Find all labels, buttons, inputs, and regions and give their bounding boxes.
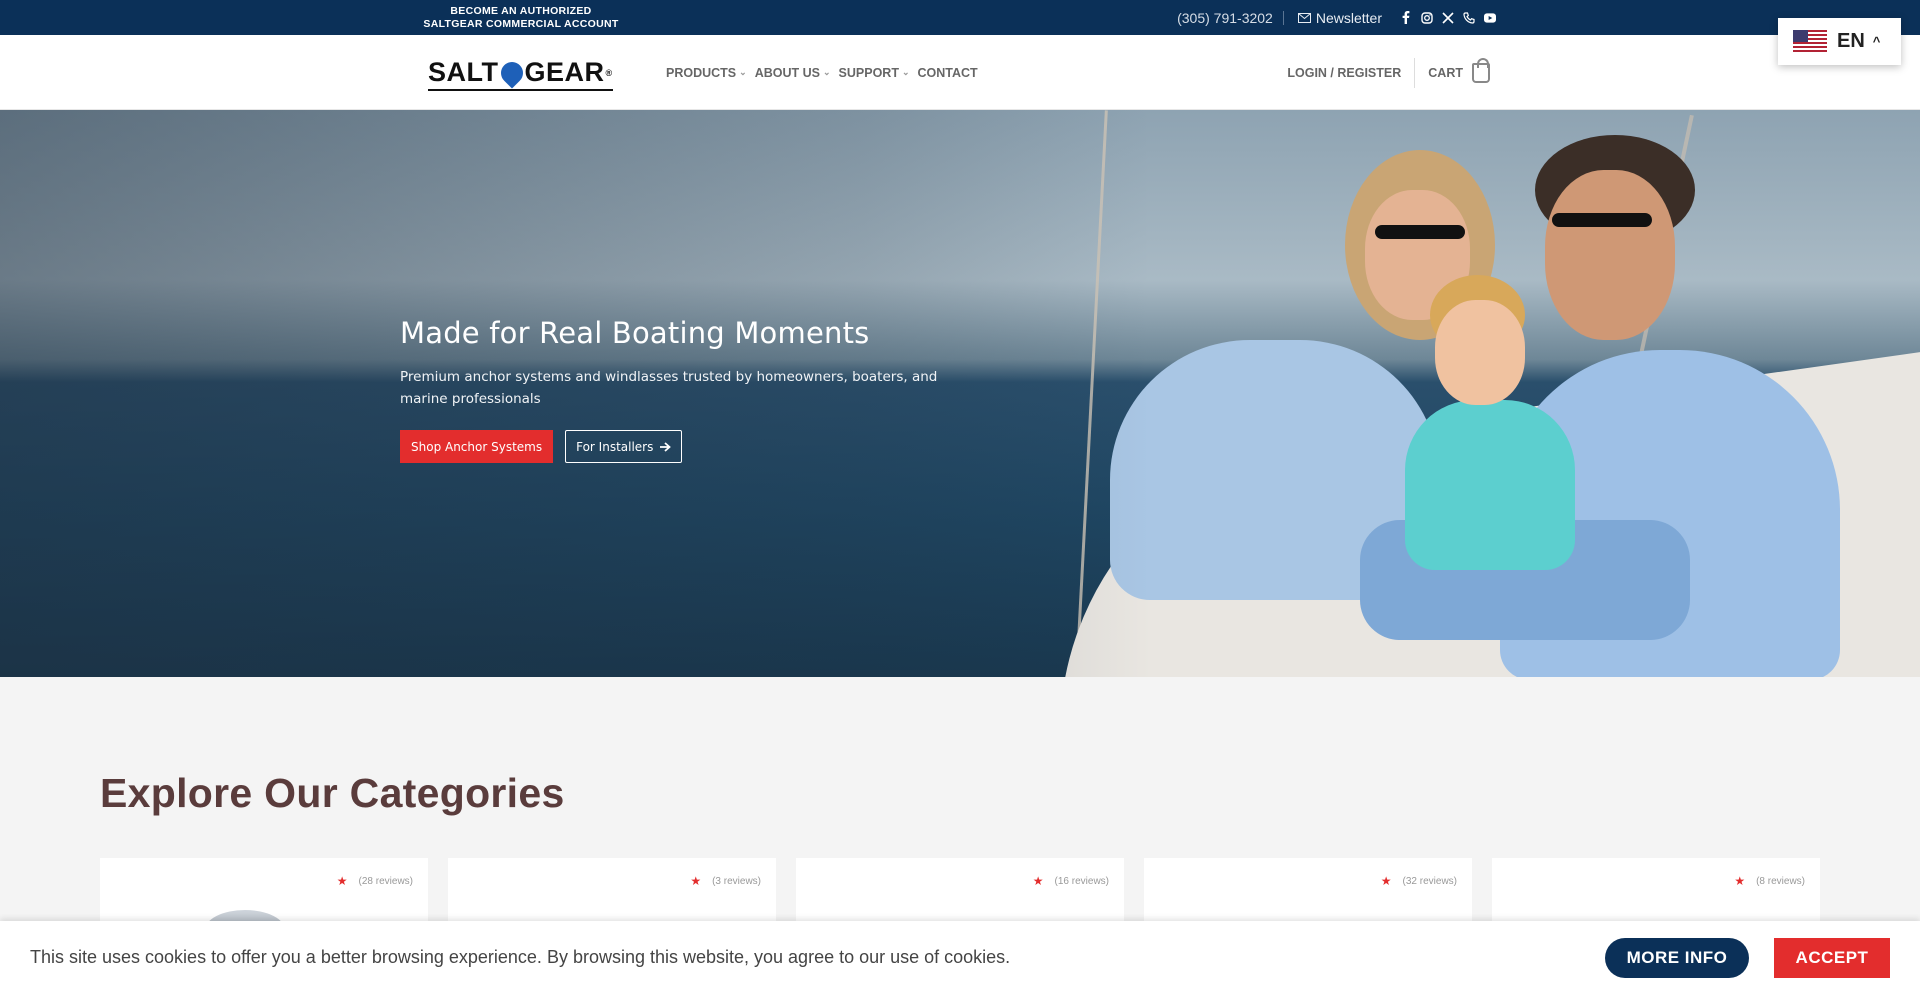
phone-icon[interactable] [1463,11,1475,24]
header-account: LOGIN / REGISTER CART [1287,35,1490,110]
x-icon[interactable] [1442,11,1454,24]
youtube-icon[interactable] [1484,12,1496,24]
social-links [1400,11,1496,24]
hero-subtitle: Premium anchor systems and windlasses tr… [400,369,938,407]
nav-item-products[interactable]: PRODUCTS ⌄ [666,66,747,80]
logo-text-left: SALT [428,57,499,87]
cookie-banner: This site uses cookies to offer you a be… [0,921,1920,993]
rating: ★ (32 reviews) [1381,874,1457,888]
saltgear-logo[interactable]: SALT GEAR ® [428,56,613,91]
newsletter-label: Newsletter [1315,9,1382,26]
review-count: (28 reviews) [358,875,413,887]
arrow-right-icon [660,441,672,452]
top-bar: BECOME AN AUTHORIZED SALTGEAR COMMERCIAL… [0,0,1920,35]
divider [1414,57,1416,88]
nav-item-label: SUPPORT [838,65,899,80]
rating: ★ (28 reviews) [337,874,413,888]
main-nav: PRODUCTS ⌄ ABOUT US ⌄ SUPPORT ⌄ CONTACT [666,35,978,110]
nav-item-label: ABOUT US [754,65,820,80]
star-icon: ★ [1734,874,1746,888]
nav-item-support[interactable]: SUPPORT ⌄ [839,66,910,80]
hero-content: Made for Real Boating Moments Premium an… [400,316,1000,463]
for-installers-label: For Installers [576,439,654,454]
review-count: (3 reviews) [712,875,761,887]
instagram-icon[interactable] [1421,11,1433,24]
hero-banner: Made for Real Boating Moments Premium an… [0,110,1920,677]
newsletter-link[interactable]: Newsletter [1297,9,1382,26]
rating: ★ (3 reviews) [690,874,761,888]
rating: ★ (16 reviews) [1033,874,1109,888]
hero-title: Made for Real Boating Moments [400,316,870,350]
shopping-bag-icon [1472,57,1490,83]
nav-item-contact[interactable]: CONTACT [918,66,978,80]
review-count: (8 reviews) [1756,875,1805,887]
promo-line-1: BECOME AN AUTHORIZED [450,5,592,17]
nav-item-about-us[interactable]: ABOUT US ⌄ [755,66,831,80]
hero-buttons: Shop Anchor Systems For Installers [400,430,1000,463]
chevron-down-icon: ⌄ [739,67,747,77]
chevron-down-icon: ⌄ [822,67,831,77]
logo-text-right: GEAR [524,57,605,87]
shop-anchor-systems-button[interactable]: Shop Anchor Systems [400,430,554,463]
star-icon: ★ [1380,874,1392,888]
phone-number-link[interactable]: (305) 791-3202 [1177,10,1273,26]
rating: ★ (8 reviews) [1734,874,1805,888]
star-icon: ★ [1032,874,1044,888]
chevron-up-icon: ^ [1872,34,1881,49]
star-icon: ★ [336,874,348,888]
language-code: EN [1837,30,1865,52]
language-selector[interactable]: EN ^ [1778,18,1901,65]
facebook-icon[interactable] [1400,11,1412,24]
envelope-icon [1297,12,1311,23]
more-info-button[interactable]: MORE INFO [1605,938,1749,978]
nav-item-label: CONTACT [917,65,978,80]
categories-title: Explore Our Categories [100,770,565,816]
accept-cookies-button[interactable]: ACCEPT [1774,938,1890,978]
cookie-message: This site uses cookies to offer you a be… [30,947,1011,967]
commercial-account-link[interactable]: BECOME AN AUTHORIZED SALTGEAR COMMERCIAL… [420,5,622,31]
site-header: SALT GEAR ® PRODUCTS ⌄ ABOUT US ⌄ SUPPOR… [0,35,1920,110]
water-drop-icon [495,56,528,89]
chevron-down-icon: ⌄ [901,67,910,77]
top-bar-right: (305) 791-3202 Newsletter [1177,0,1496,35]
cart-label: CART [1428,65,1463,80]
promo-line-2: SALTGEAR COMMERCIAL ACCOUNT [423,18,619,30]
for-installers-button[interactable]: For Installers [565,430,683,463]
review-count: (16 reviews) [1054,875,1109,887]
us-flag-icon [1793,29,1827,54]
divider [1282,10,1284,25]
nav-item-label: PRODUCTS [666,65,737,80]
star-icon: ★ [690,874,702,888]
review-count: (32 reviews) [1402,875,1457,887]
cart-link[interactable]: CART [1428,57,1490,83]
registered-mark: ® [605,67,613,78]
login-register-link[interactable]: LOGIN / REGISTER [1287,66,1401,80]
